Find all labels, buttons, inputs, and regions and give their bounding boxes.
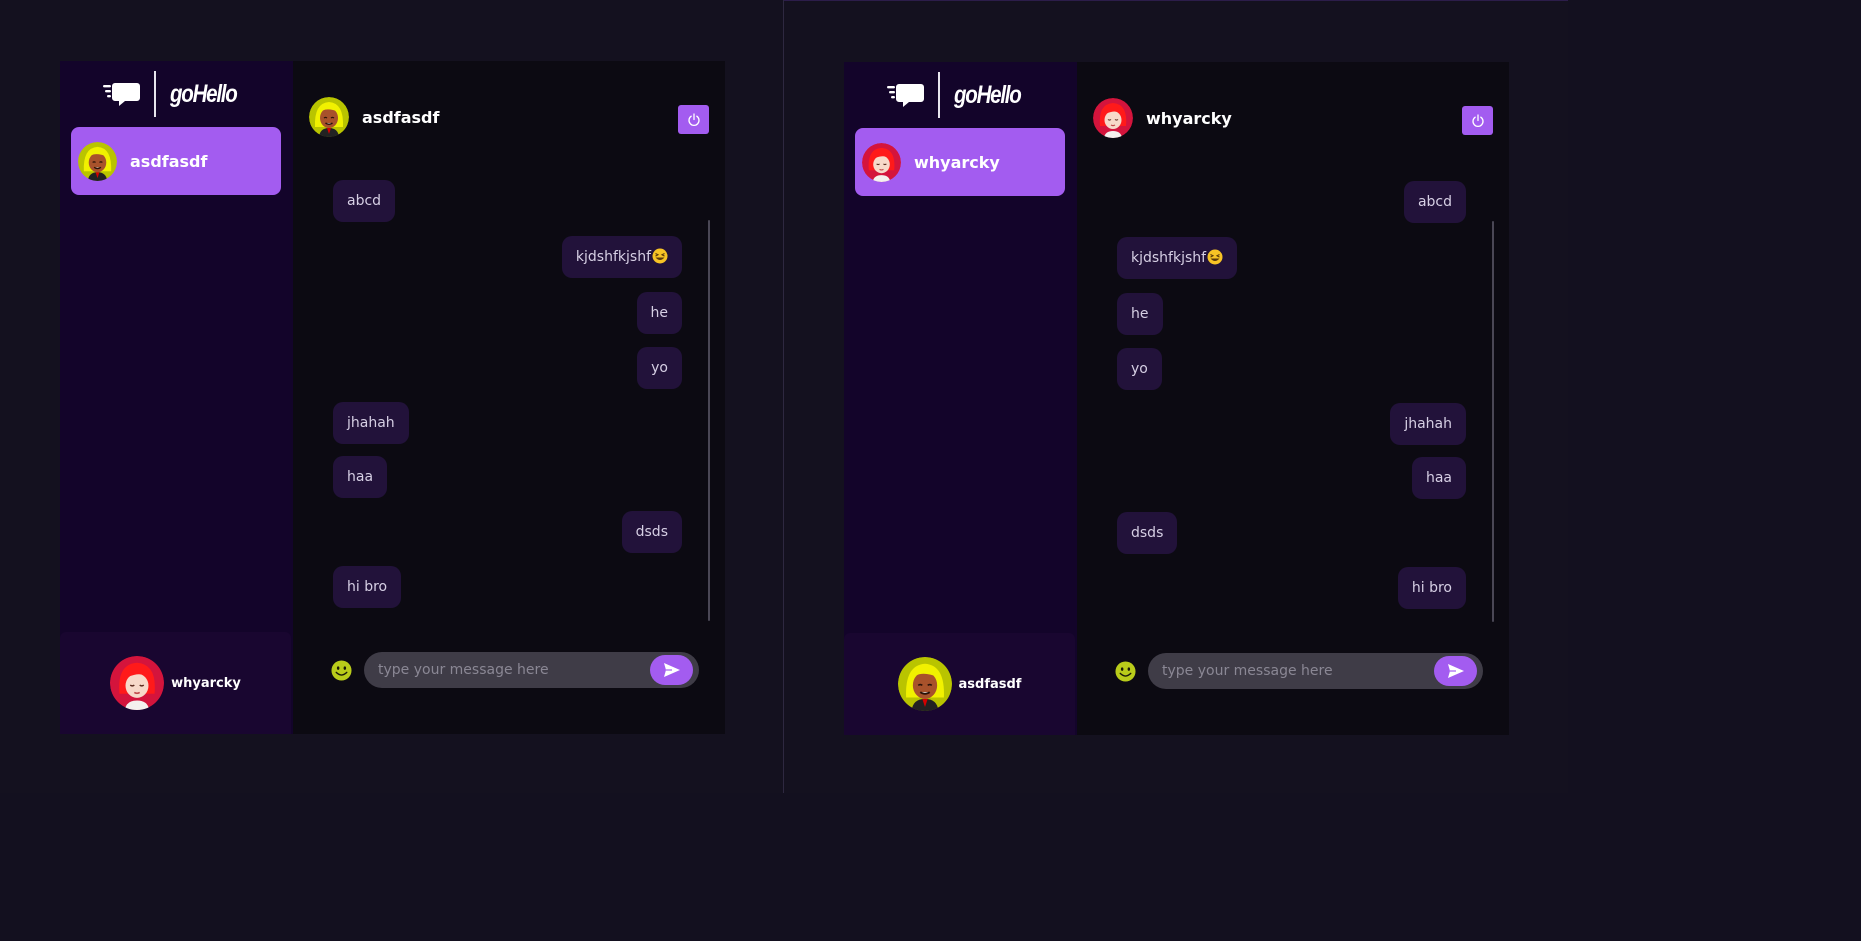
message-bubble: jhahah — [1390, 403, 1466, 445]
message-bubble: dsds — [621, 511, 682, 553]
smiley-icon[interactable] — [1115, 660, 1136, 682]
logout-button[interactable] — [1462, 106, 1493, 135]
avatar — [897, 657, 952, 711]
chat-app: goHello asdfasdf whyarcky asdfasdf abcd … — [60, 61, 725, 734]
power-icon — [687, 112, 700, 126]
female-yellow-hair-avatar-icon — [897, 657, 952, 711]
message-bubble: abcd — [333, 180, 396, 222]
power-icon — [1471, 113, 1484, 127]
current-user-name: asdfasdf — [958, 676, 1022, 692]
chat-area: whyarcky abcd kjdshfkjshf he yo jhahah h… — [1077, 62, 1509, 735]
chat-area: asdfasdf abcd kjdshfkjshf he yo jhahah h… — [293, 61, 725, 734]
message-composer — [1115, 653, 1483, 689]
message-bubble: yo — [637, 347, 682, 389]
message-text: kjdshfkjshf — [575, 249, 651, 265]
contact-item-active[interactable]: asdfasdf — [71, 127, 281, 195]
female-red-hair-avatar-icon — [1093, 98, 1133, 138]
avatar — [110, 656, 165, 710]
message-composer — [331, 652, 699, 688]
brand-wordmark: goHello — [953, 80, 1022, 109]
chat-header: asdfasdf — [309, 97, 439, 137]
avatar — [1093, 98, 1133, 138]
contact-name: whyarcky — [914, 152, 1000, 172]
send-button[interactable] — [650, 655, 693, 685]
brand: goHello — [844, 62, 1077, 128]
female-yellow-hair-avatar-icon — [309, 97, 349, 137]
brand-wordmark: goHello — [169, 79, 238, 108]
sidebar: goHello whyarcky asdfasdf — [844, 62, 1077, 735]
smiley-icon[interactable] — [331, 659, 352, 681]
contact-item-active[interactable]: whyarcky — [855, 128, 1065, 196]
chat-bubble-icon — [887, 84, 925, 107]
message-input[interactable] — [1162, 653, 1427, 689]
message-bubble: jhahah — [333, 402, 409, 444]
avatar — [78, 141, 117, 181]
chat-partner-name: whyarcky — [1146, 108, 1232, 128]
send-button[interactable] — [1434, 656, 1477, 686]
message-bubble: haa — [333, 456, 388, 498]
message-list: abcd kjdshfkjshf he yo jhahah haa dsds h… — [1117, 181, 1466, 611]
brand-divider — [938, 72, 940, 118]
chat-app: goHello whyarcky asdfasdf whyarcky abcd … — [844, 62, 1509, 735]
female-yellow-hair-avatar-icon — [78, 141, 117, 181]
message-bubble: hi bro — [333, 566, 402, 608]
left-window: goHello asdfasdf whyarcky asdfasdf abcd … — [0, 0, 784, 793]
message-bubble: haa — [1411, 457, 1466, 499]
right-window: goHello whyarcky asdfasdf whyarcky abcd … — [784, 0, 1568, 793]
grinning-squinting-face-icon — [1207, 249, 1223, 265]
avatar — [862, 142, 901, 182]
message-bubble: dsds — [1117, 512, 1178, 554]
female-red-hair-avatar-icon — [862, 142, 901, 182]
send-icon — [663, 663, 680, 677]
current-user-name: whyarcky — [171, 675, 241, 691]
message-input-wrapper — [1148, 653, 1483, 689]
chat-header: whyarcky — [1093, 98, 1232, 138]
message-list: abcd kjdshfkjshf he yo jhahah haa dsds h… — [333, 180, 682, 610]
message-bubble: he — [1117, 293, 1163, 335]
message-bubble: kjdshfkjshf — [1117, 237, 1238, 279]
message-input[interactable] — [378, 652, 643, 688]
current-user-profile: whyarcky — [60, 632, 291, 734]
send-icon — [1447, 664, 1464, 678]
brand-divider — [154, 71, 156, 117]
chat-partner-name: asdfasdf — [362, 107, 440, 127]
chat-bubble-icon — [103, 83, 141, 106]
contact-name: asdfasdf — [130, 151, 208, 171]
message-scrollbar[interactable] — [1492, 221, 1494, 622]
avatar — [309, 97, 349, 137]
message-scrollbar[interactable] — [708, 220, 710, 621]
message-bubble: hi bro — [1397, 567, 1466, 609]
brand: goHello — [60, 61, 293, 127]
message-bubble: kjdshfkjshf — [561, 236, 682, 278]
message-bubble: yo — [1117, 348, 1162, 390]
sidebar: goHello asdfasdf whyarcky — [60, 61, 293, 734]
grinning-squinting-face-icon — [652, 248, 668, 264]
message-text: kjdshfkjshf — [1131, 250, 1207, 266]
current-user-profile: asdfasdf — [844, 633, 1075, 735]
message-bubble: he — [636, 292, 682, 334]
message-input-wrapper — [364, 652, 699, 688]
logout-button[interactable] — [678, 105, 709, 134]
female-red-hair-avatar-icon — [110, 656, 165, 710]
message-bubble: abcd — [1403, 181, 1466, 223]
